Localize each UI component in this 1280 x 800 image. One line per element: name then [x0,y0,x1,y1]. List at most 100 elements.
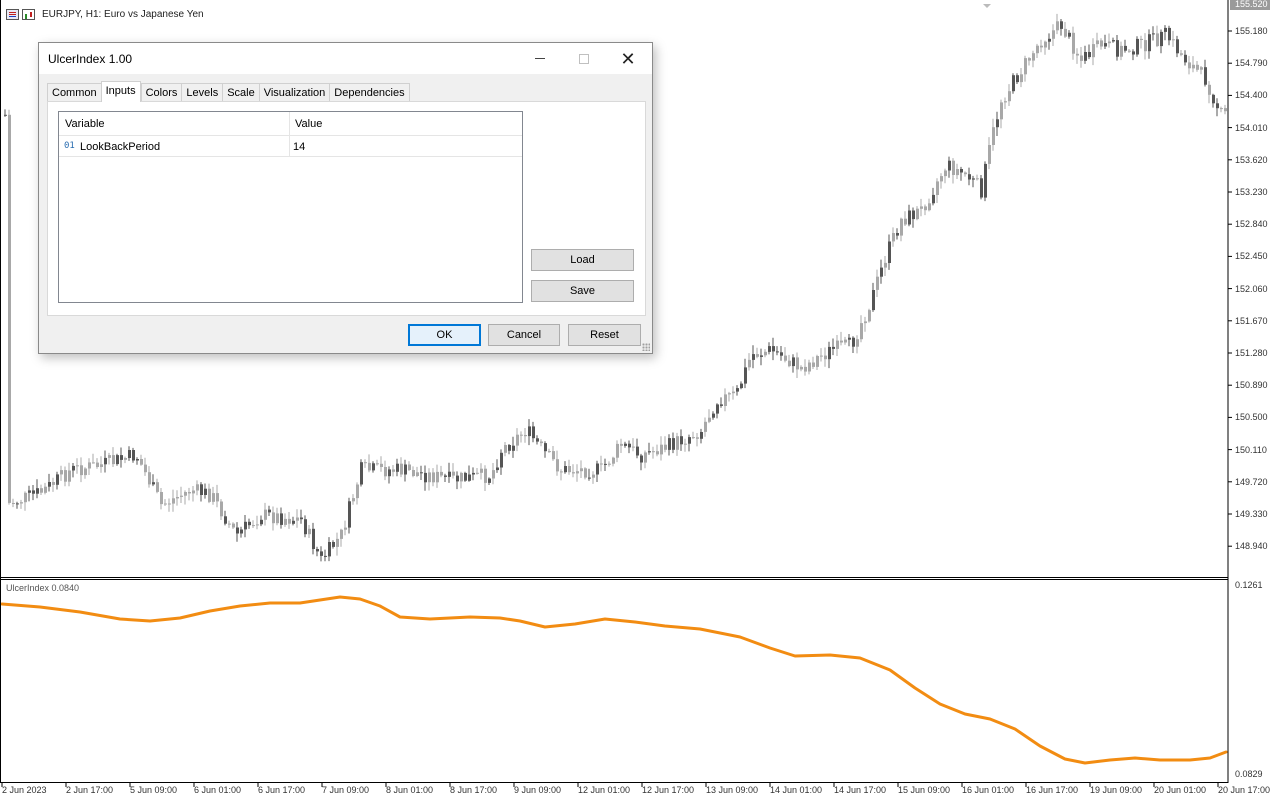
minimize-button[interactable] [517,43,563,74]
cancel-button[interactable]: Cancel [488,324,560,346]
candle-body [36,488,39,494]
resize-grip-icon[interactable] [642,343,650,351]
candle-body [56,474,59,485]
candle-body [1180,53,1183,55]
input-value-field[interactable]: 14 [293,141,305,153]
candle-body [240,529,243,534]
time-tick-label: 13 Jun 09:00 [706,785,759,795]
candle-body [440,471,443,476]
dialog-title: UlcerIndex 1.00 [48,52,133,66]
candle-body [76,465,79,467]
candle-body [484,468,487,483]
dialog-titlebar[interactable]: UlcerIndex 1.00 ✕ [39,43,652,74]
tab-common[interactable]: Common [47,83,101,102]
indicator-properties-dialog: UlcerIndex 1.00 ✕ Common Inputs Colors L… [38,42,653,354]
candle-body [924,206,927,211]
ok-button[interactable]: OK [408,324,481,346]
close-button[interactable]: ✕ [605,43,651,74]
candle-body [1024,58,1027,75]
load-button[interactable]: Load [531,249,634,271]
time-tick-label: 6 Jun 17:00 [258,785,306,795]
candle-body [1196,64,1199,70]
price-tick-label: 150.500 [1235,412,1268,423]
time-tick-label: 19 Jun 09:00 [1090,785,1143,795]
candle-body [604,463,607,465]
candle-body [104,457,107,465]
candle-body [984,163,987,198]
time-tick-label: 9 Jun 09:00 [514,785,562,795]
candle-body [64,470,67,482]
candle-body [1212,94,1215,104]
grid-header: Variable Value [59,112,522,136]
candle-body [488,478,491,483]
candle-body [876,276,879,290]
candle-body [132,450,135,461]
candle-body [872,290,875,311]
time-tick-label: 14 Jun 01:00 [770,785,823,795]
candle-body [448,471,451,477]
tab-visualization[interactable]: Visualization [258,83,330,102]
reset-button[interactable]: Reset [568,324,641,346]
candle-body [500,452,503,468]
candle-body [1184,54,1187,63]
candle-body [1224,108,1227,112]
candle-body [336,538,339,547]
price-tick-label: 154.400 [1235,90,1268,101]
maximize-button[interactable] [561,43,607,74]
candle-body [468,474,471,481]
candle-body [536,438,539,442]
candle-body [404,464,407,475]
candle-body [836,340,839,349]
chart-type-icon[interactable] [22,8,35,20]
candle-body [736,388,739,392]
candle-body [12,503,15,504]
candle-body [816,356,819,367]
candle-body [548,451,551,453]
input-row-lookbackperiod[interactable]: 01 LookBackPeriod 14 [59,137,522,157]
candle-body [844,339,847,343]
candle-body [864,321,867,324]
save-button[interactable]: Save [531,280,634,302]
tab-levels[interactable]: Levels [181,83,223,102]
candle-body [980,178,983,198]
candle-body [180,495,183,497]
time-tick-label: 6 Jun 01:00 [194,785,242,795]
column-variable-header[interactable]: Variable [65,118,105,130]
candle-body [236,527,239,534]
chart-window-icon[interactable] [6,8,19,20]
candle-body [492,470,495,479]
candle-body [344,527,347,530]
candle-body [156,482,159,492]
candle-body [252,525,255,527]
price-tick-label: 152.060 [1235,283,1268,294]
column-value-header[interactable]: Value [295,118,322,130]
candle-body [260,519,263,525]
candle-body [160,492,163,505]
candle-body [1040,45,1043,48]
candle-body [140,459,143,465]
tab-dependencies[interactable]: Dependencies [329,83,410,102]
candle-body [204,488,207,495]
price-tick-label: 155.180 [1235,26,1268,36]
candle-body [540,441,543,444]
candle-body [48,482,51,487]
candle-body [1136,38,1139,55]
candle-body [992,127,995,145]
candle-body [412,470,415,476]
candle-body [1072,32,1075,54]
candle-body [52,482,55,485]
candle-body [832,346,835,349]
tab-inputs[interactable]: Inputs [100,81,141,102]
candle-body [332,542,335,547]
tab-colors[interactable]: Colors [140,83,182,102]
candle-body [280,513,283,525]
candle-body [192,490,195,494]
candle-body [360,462,363,485]
candle-body [656,451,659,455]
candle-body [988,145,991,164]
tab-scale[interactable]: Scale [222,83,259,102]
candle-body [384,467,387,477]
candle-body [728,393,731,395]
time-tick-label: 12 Jun 17:00 [642,785,695,795]
candle-body [624,443,627,446]
